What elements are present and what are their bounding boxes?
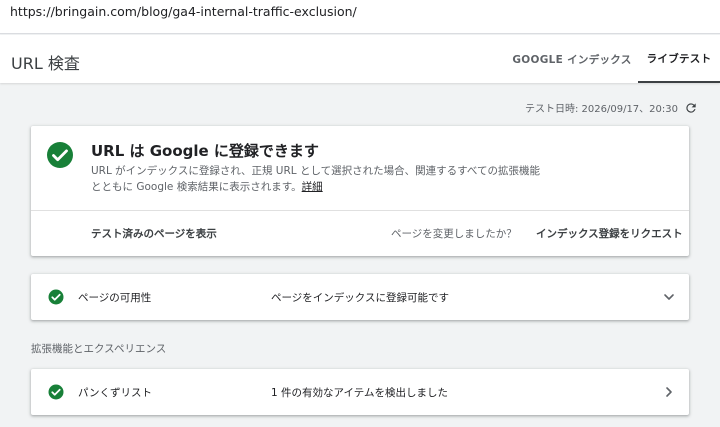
breadcrumb-label: パンくずリスト [78,387,153,399]
result-card: URL は Google に登録できます URL がインデックスに登録され、正規… [31,126,689,256]
check-circle-icon [48,384,64,400]
view-tested-page-button[interactable]: テスト済みのページを表示 [91,226,217,241]
tab-google-index[interactable]: GOOGLE インデックス [508,35,636,83]
check-circle-icon [48,289,64,305]
url-text: https://bringain.com/blog/ga4-internal-t… [10,4,357,19]
divider [31,210,689,211]
details-link[interactable]: 詳細 [302,181,323,193]
availability-label: ページの可用性 [78,292,152,304]
page-title: URL 検査 [11,54,80,73]
result-headline: URL は Google に登録できます [91,142,319,160]
result-description: URL がインデックスに登録され、正規 URL として選択された場合、関連するす… [91,163,541,195]
availability-row[interactable]: ページの可用性 ページをインデックスに登録可能です [31,274,689,320]
enhancements-section-title: 拡張機能とエクスペリエンス [31,343,167,355]
test-date-text: テスト日時: 2026/09/17、20:30 [524,104,678,115]
test-date: テスト日時: 2026/09/17、20:30 [525,100,698,115]
page-header: URL 検査 GOOGLE インデックス ライブテスト [0,35,720,83]
changed-question: ページを変更しましたか？ [391,228,517,240]
breadcrumb-value: 1 件の有効なアイテムを検出しました [271,387,448,399]
availability-value: ページをインデックスに登録可能です [271,292,449,304]
tab-live-test[interactable]: ライブテスト [638,35,720,83]
check-circle-icon [47,142,73,168]
address-bar[interactable]: https://bringain.com/blog/ga4-internal-t… [0,0,720,34]
breadcrumb-row[interactable]: パンくずリスト 1 件の有効なアイテムを検出しました [31,369,689,415]
refresh-icon[interactable] [684,101,698,115]
chevron-right-icon[interactable] [661,384,677,400]
request-indexing-button[interactable]: インデックス登録をリクエスト [536,226,683,241]
chevron-down-icon[interactable] [661,289,677,305]
